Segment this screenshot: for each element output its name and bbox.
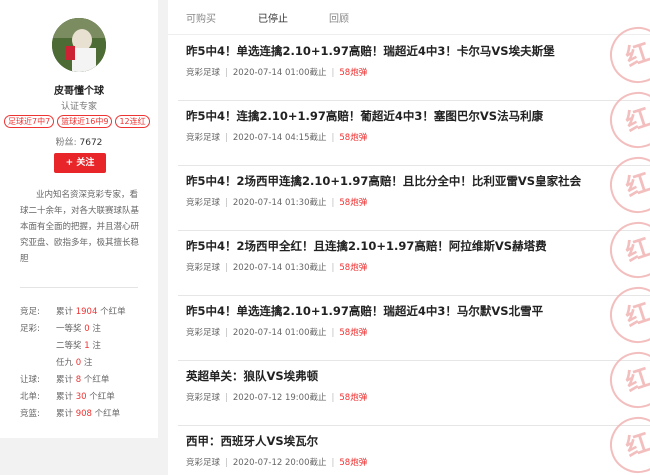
article-deadline: 2020-07-14 01:30截止 <box>232 263 327 273</box>
article-meta: 竞彩足球 | 2020-07-12 19:00截止 | 58炮弹 <box>186 393 368 403</box>
article-meta: 竞彩足球 | 2020-07-12 20:00截止 | 58炮弹 <box>186 458 368 468</box>
stat-label: 让球: <box>20 375 40 385</box>
stat-value: 0 <box>84 324 90 334</box>
article-category: 竞彩足球 <box>186 458 221 468</box>
article-category: 竞彩足球 <box>186 263 221 273</box>
article-item[interactable]: 红 昨5中4！单选连擒2.10+1.97高赔！瑞超近4中3！卡尔马VS埃夫斯堡 … <box>178 19 650 101</box>
article-price: 58炮弹 <box>339 68 368 78</box>
stat-value: 8 <box>75 375 82 385</box>
stat-post: 个红单 <box>100 307 126 317</box>
stat-pre: 二等奖 <box>56 341 82 351</box>
tab-stopped[interactable]: 已停止 <box>258 10 288 25</box>
expert-title: 认证专家 <box>60 102 97 112</box>
article-price: 58炮弹 <box>339 133 368 143</box>
stat-pre: 累计 <box>56 409 74 419</box>
article-item[interactable]: 红 昨5中4！单选连擒2.10+1.97高赔！瑞超近4中3！马尔默VS北雪平 竞… <box>178 279 650 361</box>
article-deadline: 2020-07-12 19:00截止 <box>232 393 327 403</box>
streak-badge: 12连红 <box>115 115 150 128</box>
stat-label: 足彩: <box>20 324 40 334</box>
article-title[interactable]: 昨5中4！2场西甲连擒2.10+1.97高赔！且比分全中！比利亚雷VS皇家社会 <box>186 173 581 189</box>
article-meta: 竞彩足球 | 2020-07-14 01:30截止 | 58炮弹 <box>186 198 368 208</box>
article-title[interactable]: 昨5中4！2场西甲全红！且连擒2.10+1.97高赔！阿拉维斯VS赫塔费 <box>186 238 547 254</box>
article-price: 58炮弹 <box>339 263 368 273</box>
expert-name: 皮哥懂个球 <box>54 86 104 97</box>
record-badge: 足球近7中7 <box>4 115 55 128</box>
tab-bar: 可购买 已停止 回顾 <box>168 0 650 35</box>
article-category: 竞彩足球 <box>186 133 221 143</box>
stat-post: 注 <box>92 341 101 351</box>
stat-pre: 任九 <box>56 358 74 368</box>
article-deadline: 2020-07-12 20:00截止 <box>232 458 327 468</box>
stat-pre: 累计 <box>56 307 74 317</box>
stat-post: 个红单 <box>89 392 115 402</box>
article-meta: 竞彩足球 | 2020-07-14 01:30截止 | 58炮弹 <box>186 263 368 273</box>
stat-post: 个红单 <box>94 409 121 419</box>
record-badge: 篮球近16中9 <box>57 115 113 128</box>
stat-value: 1 <box>84 341 90 351</box>
stat-value: 908 <box>75 409 92 419</box>
article-meta: 竞彩足球 | 2020-07-14 04:15截止 | 58炮弹 <box>186 133 368 143</box>
article-price: 58炮弹 <box>339 328 368 338</box>
divider <box>20 287 138 288</box>
fans-count: 粉丝: 7672 <box>0 135 158 148</box>
article-item[interactable]: 红 英超单关：狼队VS埃弗顿 竞彩足球 | 2020-07-12 19:00截止 | 5… <box>178 344 650 426</box>
expert-sidebar: 皮哥懂个球 认证专家 足球近7中7 篮球近16中9 12连红 粉丝: 7672 … <box>0 0 158 438</box>
tab-purchasable[interactable]: 可购买 <box>186 10 216 25</box>
article-title[interactable]: 昨5中4！单选连擒2.10+1.97高赔！瑞超近4中3！卡尔马VS埃夫斯堡 <box>186 43 555 59</box>
article-item[interactable]: 红 昨5中4！连擒2.10+1.97高赔！葡超近4中3！塞图巴尔VS法马利康 竞… <box>178 84 650 166</box>
article-title[interactable]: 昨5中4！连擒2.10+1.97高赔！葡超近4中3！塞图巴尔VS法马利康 <box>186 108 543 124</box>
article-item[interactable]: 红 昨5中4！2场西甲全红！且连擒2.10+1.97高赔！阿拉维斯VS赫塔费 竞… <box>178 214 650 296</box>
expert-bio: 业内知名资深竞彩专家，看球二十余年，对各大联赛球队基本面有全面的把握，并且潜心研… <box>20 190 140 264</box>
stat-pre: 一等奖 <box>56 324 82 334</box>
article-price: 58炮弹 <box>339 198 368 208</box>
article-price: 58炮弹 <box>339 393 368 403</box>
article-category: 竞彩足球 <box>186 68 221 78</box>
stat-pre: 累计 <box>56 375 74 385</box>
stat-post: 个红单 <box>83 375 110 385</box>
article-deadline: 2020-07-14 01:00截止 <box>232 68 327 78</box>
article-deadline: 2020-07-14 04:15截止 <box>232 133 327 143</box>
article-deadline: 2020-07-14 01:30截止 <box>232 198 327 208</box>
stat-post: 注 <box>83 358 93 368</box>
stat-label: 竞足: <box>20 307 40 317</box>
stat-post: 注 <box>92 324 101 334</box>
stat-label: 北单: <box>20 392 40 402</box>
article-price: 58炮弹 <box>339 458 368 468</box>
article-meta: 竞彩足球 | 2020-07-14 01:00截止 | 58炮弹 <box>186 328 368 338</box>
article-item[interactable]: 红 昨5中4！2场西甲连擒2.10+1.97高赔！且比分全中！比利亚雷VS皇家社… <box>178 149 650 231</box>
article-meta: 竞彩足球 | 2020-07-14 01:00截止 | 58炮弹 <box>186 68 368 78</box>
article-panel: 可购买 已停止 回顾 红 昨5中4！单选连擒2.10+1.97高赔！瑞超近4中3… <box>168 0 650 475</box>
tab-review[interactable]: 回顾 <box>329 10 349 25</box>
fans-number: 7672 <box>79 138 103 148</box>
article-category: 竞彩足球 <box>186 198 221 208</box>
stat-value: 1904 <box>75 307 98 317</box>
article-title[interactable]: 英超单关：狼队VS埃弗顿 <box>186 368 318 384</box>
follow-button[interactable]: + 关注 <box>54 153 106 173</box>
article-category: 竞彩足球 <box>186 328 221 338</box>
article-deadline: 2020-07-14 01:00截止 <box>232 328 327 338</box>
stat-label: 竞篮: <box>20 409 40 419</box>
badge-list: 足球近7中7 篮球近16中9 12连红 <box>4 115 158 128</box>
article-category: 竞彩足球 <box>186 393 221 403</box>
article-title[interactable]: 西甲：西班牙人VS埃瓦尔 <box>186 433 318 449</box>
fans-label: 粉丝: <box>55 138 77 148</box>
stat-value: 30 <box>75 392 87 402</box>
avatar[interactable] <box>52 18 106 72</box>
stat-pre: 累计 <box>56 392 74 402</box>
article-item[interactable]: 红 西甲：西班牙人VS埃瓦尔 竞彩足球 | 2020-07-12 20:00截止 | 5… <box>178 409 650 475</box>
stat-value: 0 <box>75 358 82 368</box>
article-title[interactable]: 昨5中4！单选连擒2.10+1.97高赔！瑞超近4中3！马尔默VS北雪平 <box>186 303 543 319</box>
